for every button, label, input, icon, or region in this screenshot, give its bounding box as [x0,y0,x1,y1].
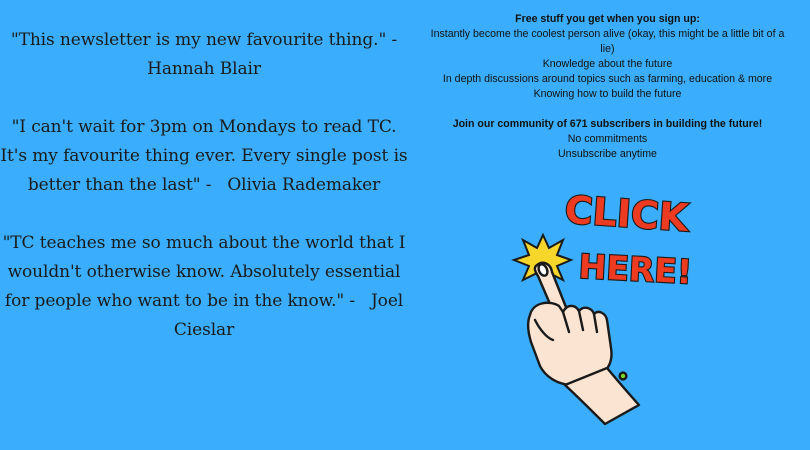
benefit-item: Knowing how to build the future [533,88,682,100]
testimonial-quote: "TC teaches me so much about the world t… [2,233,406,311]
terms-item: No commitments [567,133,648,145]
testimonial-quote: "This newsletter is my new favourite thi… [10,30,398,50]
testimonial-author: Olivia Rademaker [227,175,381,195]
testimonial: "This newsletter is my new favourite thi… [0,26,408,84]
divider [430,102,785,117]
cta-line2: HERE! [578,247,693,292]
benefit-item: Instantly become the coolest person aliv… [430,28,785,55]
benefits-heading: Free stuff you get when you sign up: [515,13,700,25]
testimonials-column: "This newsletter is my new favourite thi… [0,26,408,374]
benefit-item: In depth discussions around topics such … [442,73,773,85]
testimonial-author: Hannah Blair [147,59,261,79]
click-here-button[interactable]: CLICK HERE! [505,180,710,430]
testimonial: "TC teaches me so much about the world t… [0,229,408,345]
cta-line1: CLICK [563,188,691,241]
testimonial: "I can't wait for 3pm on Mondays to read… [0,113,408,200]
pointing-hand-icon: CLICK HERE! [511,186,694,426]
terms-item: Unsubscribe anytime [558,148,657,160]
signup-benefits: Free stuff you get when you sign up: Ins… [430,12,785,162]
community-text: Join our community of 671 subscribers in… [452,118,763,130]
benefit-item: Knowledge about the future [542,58,673,70]
